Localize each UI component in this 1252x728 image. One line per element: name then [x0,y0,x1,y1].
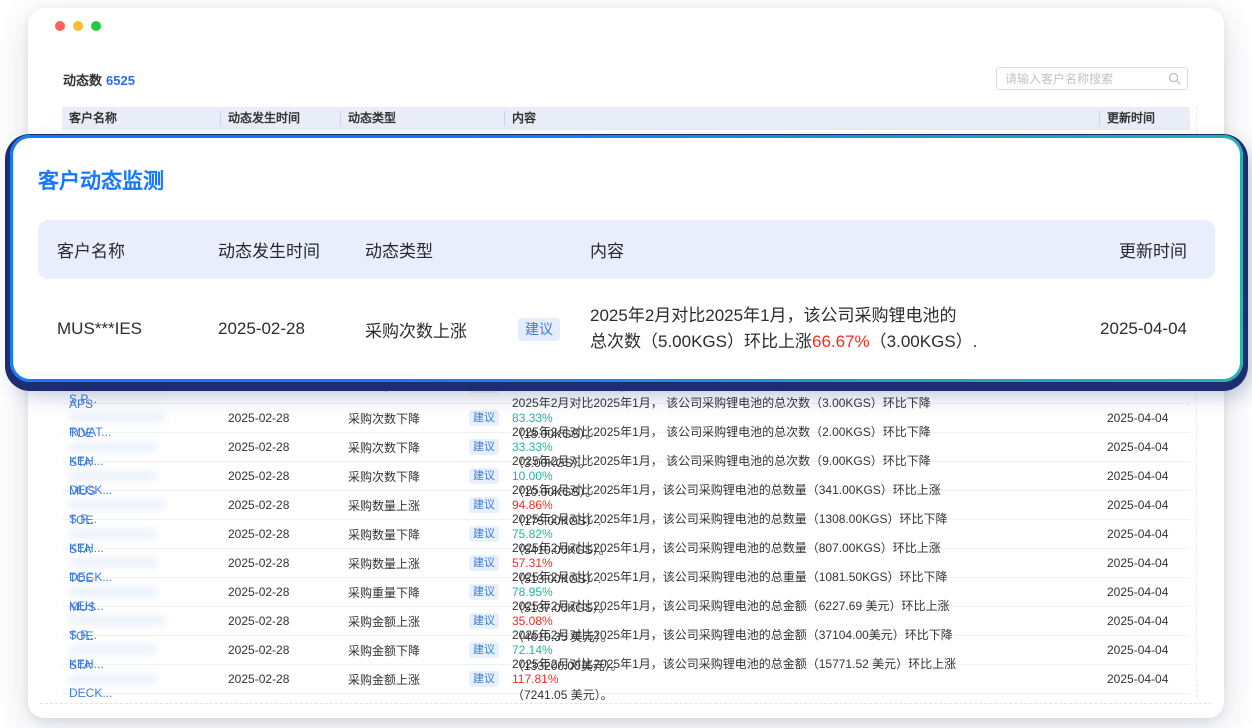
dynamic-type: 采购数量下降建议 [341,526,505,543]
occurred-date: 2025-02-28 [221,643,341,657]
minimize-window-icon[interactable] [73,21,83,31]
overlay-col-updated-time: 更新时间 [1080,237,1187,262]
suggestion-badge: 建议 [469,468,499,484]
col-updated-time: 更新时间 [1100,111,1190,126]
updated-date: 2025-04-04 [1100,585,1190,599]
customer-search[interactable] [996,67,1188,90]
updated-date: 2025-04-04 [1100,643,1190,657]
overlay-col-content: 内容 [590,237,1080,262]
dynamic-type: 采购金额上涨建议 [341,671,505,688]
redacted-name-segment: XXXXXXXXXXX [69,643,221,657]
redacted-name-segment: XXXXXXXXXXX [69,585,221,599]
col-dynamic-type: 动态类型 [341,111,505,126]
redacted-name-segment: XXXXXXXXXXXX [69,498,221,512]
dynamic-type: 采购金额下降建议 [341,642,505,659]
overlay-table-row[interactable]: MUS***IES 2025-02-28 采购次数上涨 建议 2025年2月对比… [38,279,1215,379]
table-body: MUSXXXXXXXXXXXXS P...2025-02-28采购Top10地区… [62,366,1190,694]
occurred-date: 2025-02-28 [221,585,341,599]
search-input[interactable] [1005,72,1168,86]
table-row[interactable]: STAXXXXXXXXXXXDECK...2025-02-28采购金额上涨建议2… [62,665,1190,694]
dynamic-type: 采购金额上涨建议 [341,613,505,630]
redacted-name-segment: XXXXXXXXXXX [69,672,221,686]
overlay-occurred-time: 2025-02-28 [218,319,365,339]
occurred-date: 2025-02-28 [221,411,341,425]
redacted-name-segment: XXXXXXXXXXXX [69,411,221,425]
suggestion-badge: 建议 [469,555,499,571]
dynamic-type: 采购次数下降建议 [341,468,505,485]
overlay-rise-percentage: 66.67% [812,332,870,351]
search-icon[interactable] [1168,72,1181,85]
updated-date: 2025-04-04 [1100,440,1190,454]
maximize-window-icon[interactable] [91,21,101,31]
suggestion-badge: 建议 [469,642,499,658]
redacted-name-segment: XXXXXXXXXXX [69,469,221,483]
occurred-date: 2025-02-28 [221,469,341,483]
occurred-date: 2025-02-28 [221,498,341,512]
close-window-icon[interactable] [55,21,65,31]
overlay-suggestion-badge: 建议 [518,318,560,341]
overlay-customer-name: MUS***IES [57,319,218,339]
suggestion-badge: 建议 [469,439,499,455]
dynamic-type: 采购重量下降建议 [341,584,505,601]
dynamic-type: 采购数量上涨建议 [341,555,505,572]
occurred-date: 2025-02-28 [221,556,341,570]
suggestion-badge: 建议 [469,526,499,542]
occurred-date: 2025-02-28 [221,672,341,686]
screen: 动态数 6525 客户名称 动态发生时间 动态类型 内容 更新时间 MUSXXXX… [0,0,1252,728]
redacted-name-segment: XXXXXXXXXXX [69,527,221,541]
updated-date: 2025-04-04 [1100,469,1190,483]
occurred-date: 2025-02-28 [221,614,341,628]
overlay-content: 2025年2月对比2025年1月，该公司采购锂电池的 总次数（5.00KGS）环… [590,303,1080,355]
overlay-table-header: 客户名称 动态发生时间 动态类型 内容 更新时间 [38,220,1215,279]
updated-date: 2025-04-04 [1100,411,1190,425]
overlay-body: 客户动态监测 客户名称 动态发生时间 动态类型 内容 更新时间 MUS***IE… [13,138,1240,379]
rise-percentage: 117.81% [512,672,1100,686]
col-content: 内容 [505,111,1100,126]
occurred-date: 2025-02-28 [221,527,341,541]
dynamic-type: 采购数量上涨建议 [341,497,505,514]
occurred-date: 2025-02-28 [221,440,341,454]
overlay-col-occurred-time: 动态发生时间 [218,237,365,262]
overlay-title: 客户动态监测 [38,168,1215,196]
dynamics-count: 动态数 6525 [63,70,135,89]
customer-name-link[interactable]: STAXXXXXXXXXXXDECK... [62,658,221,700]
overlay-col-dynamic-type: 动态类型 [365,237,590,262]
dynamic-type: 采购次数下降建议 [341,410,505,427]
redacted-name-segment: XXXXXXXXXXXX [69,614,221,628]
dynamics-count-label: 动态数 [63,73,102,88]
updated-date: 2025-04-04 [1100,527,1190,541]
overlay-updated-time: 2025-04-04 [1080,319,1187,339]
suggestion-badge: 建议 [469,410,499,426]
redacted-name-segment: XXXXXXXXXXX [69,440,221,454]
suggestion-badge: 建议 [469,671,499,687]
row-content: 2025年2月对比2025年1月，该公司采购锂电池的总金额（15771.52 美… [505,655,1100,703]
updated-date: 2025-04-04 [1100,498,1190,512]
dynamic-type: 采购次数下降建议 [341,439,505,456]
table-header: 客户名称 动态发生时间 动态类型 内容 更新时间 [62,107,1190,130]
col-customer-name: 客户名称 [62,111,221,126]
suggestion-badge: 建议 [469,613,499,629]
col-occurred-time: 动态发生时间 [221,111,341,126]
overlay-col-customer-name: 客户名称 [57,237,218,262]
redacted-name-segment: XXXXXXXXXXX [69,556,221,570]
updated-date: 2025-04-04 [1100,672,1190,686]
updated-date: 2025-04-04 [1100,556,1190,570]
customer-dynamics-overlay: 客户动态监测 客户名称 动态发生时间 动态类型 内容 更新时间 MUS***IE… [10,135,1243,382]
suggestion-badge: 建议 [469,497,499,513]
dynamics-count-value: 6525 [106,73,135,88]
overlay-dynamic-type: 采购次数上涨 [365,317,467,342]
window-controls [55,21,101,31]
overlay-content-line1: 2025年2月对比2025年1月，该公司采购锂电池的 [590,303,1080,329]
updated-date: 2025-04-04 [1100,614,1190,628]
suggestion-badge: 建议 [469,584,499,600]
overlay-content-line2: 总次数（5.00KGS）环比上涨66.67%（3.00KGS）. [590,329,1080,355]
table-bottom-divider [40,703,1212,704]
